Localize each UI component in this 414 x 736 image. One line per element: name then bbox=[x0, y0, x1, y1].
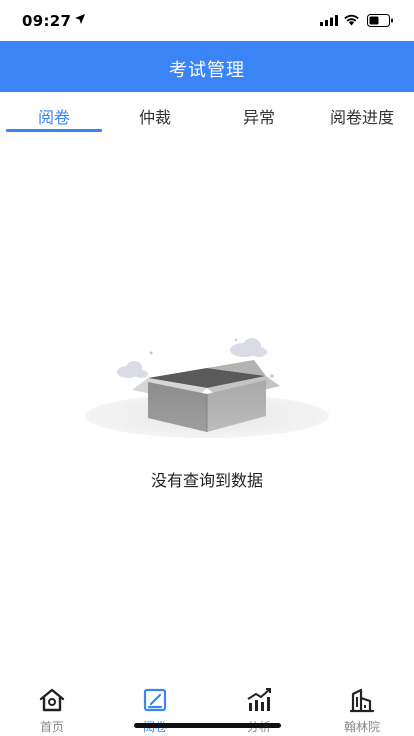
tab-label: 阅卷进度 bbox=[329, 108, 394, 127]
nav-label: 翰林院 bbox=[343, 720, 380, 734]
active-tab-indicator bbox=[6, 129, 102, 132]
home-indicator[interactable] bbox=[134, 723, 281, 728]
empty-state-message: 没有查询到数据 bbox=[150, 471, 263, 490]
tab-bar: 阅卷 仲裁 异常 阅卷进度 bbox=[0, 92, 414, 134]
nav-item-home[interactable]: 首页 bbox=[0, 676, 104, 736]
tab-arbitration[interactable]: 仲裁 bbox=[103, 92, 207, 134]
tab-label: 仲裁 bbox=[138, 108, 171, 127]
app-header: 考试管理 bbox=[0, 41, 414, 92]
status-time: 09:27 bbox=[22, 12, 72, 30]
battery-icon bbox=[367, 14, 393, 27]
page-title: 考试管理 bbox=[169, 60, 245, 81]
tab-label: 异常 bbox=[242, 108, 275, 127]
location-arrow-icon bbox=[75, 14, 85, 24]
building-icon bbox=[349, 688, 375, 713]
nav-item-academy[interactable]: 翰林院 bbox=[310, 676, 414, 736]
edit-icon bbox=[143, 688, 167, 712]
home-icon bbox=[39, 688, 65, 712]
signal-icon bbox=[320, 15, 338, 26]
tab-label: 阅卷 bbox=[37, 108, 70, 127]
status-bar: 09:27 bbox=[0, 0, 414, 41]
wifi-icon bbox=[344, 14, 359, 26]
tab-grading[interactable]: 阅卷 bbox=[2, 92, 106, 134]
tab-exceptions[interactable]: 异常 bbox=[207, 92, 311, 134]
chart-icon bbox=[247, 688, 271, 711]
empty-box-icon bbox=[85, 338, 329, 438]
tab-grading-progress[interactable]: 阅卷进度 bbox=[310, 92, 414, 134]
nav-label: 首页 bbox=[39, 720, 64, 734]
